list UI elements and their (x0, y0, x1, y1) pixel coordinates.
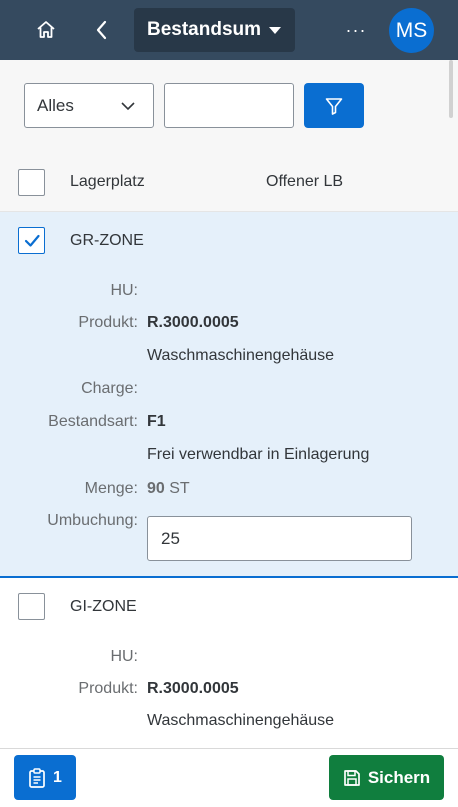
more-icon: ··· (345, 19, 367, 40)
save-label: Sichern (367, 767, 431, 787)
table-header: Lagerplatz Offener LB (0, 154, 458, 212)
storage-bin: GI-ZONE (70, 598, 137, 615)
app-title: Bestandsum (147, 19, 262, 40)
scrollbar[interactable] (449, 60, 453, 118)
stock-type-description: Frei verwendbar in Einlagerung (147, 446, 370, 463)
shell-bar: Bestandsum ··· MS (0, 0, 458, 60)
footer-toolbar: 1 Sichern (0, 748, 458, 807)
product-label: Produkt: (78, 680, 138, 697)
back-icon (96, 20, 107, 40)
product-id: R.3000.0005 (147, 314, 239, 331)
clipboard-count: 1 (53, 768, 62, 786)
product-description: Waschmaschinengehäuse (147, 712, 335, 729)
hu-label: HU: (110, 648, 138, 665)
home-icon (37, 21, 55, 38)
checkmark-icon (24, 234, 40, 247)
product-description: Waschmaschinengehäuse (147, 347, 335, 364)
filter-button[interactable] (304, 83, 364, 128)
filter-icon (325, 97, 343, 115)
quantity-unit: ST (169, 480, 190, 497)
product-id: R.3000.0005 (147, 680, 239, 697)
product-label: Produkt: (78, 314, 138, 331)
home-button[interactable] (28, 12, 64, 48)
back-button[interactable] (84, 12, 120, 48)
stock-type-label: Bestandsart: (48, 413, 138, 430)
table-row[interactable]: GI-ZONE HU: Produkt: R.3000.0005 Waschma… (0, 578, 458, 748)
filter-select-value: Alles (37, 95, 74, 115)
avatar-initials: MS (395, 18, 428, 42)
row-checkbox[interactable] (18, 227, 45, 254)
quantity-label: Menge: (84, 480, 138, 497)
column-header-lagerplatz: Lagerplatz (70, 173, 145, 190)
charge-label: Charge: (81, 380, 138, 397)
clipboard-icon (29, 767, 45, 788)
row-checkbox[interactable] (18, 593, 45, 620)
search-input[interactable] (164, 83, 294, 128)
storage-bin: GR-ZONE (70, 232, 144, 249)
hu-label: HU: (110, 282, 138, 299)
chevron-down-icon (121, 102, 135, 111)
quantity-value: 90 ST (147, 480, 190, 497)
caret-down-icon (269, 26, 282, 34)
column-header-offener-lb: Offener LB (266, 173, 344, 190)
transfer-quantity-input[interactable]: 25 (147, 516, 412, 561)
select-all-checkbox[interactable] (18, 169, 45, 196)
save-icon (343, 769, 360, 786)
app-title-menu[interactable]: Bestandsum (134, 8, 295, 52)
user-avatar[interactable]: MS (389, 8, 434, 53)
save-button[interactable]: Sichern (329, 755, 444, 800)
filter-select[interactable]: Alles (24, 83, 154, 128)
transfer-label: Umbuchung: (47, 512, 138, 529)
stock-type-code: F1 (147, 413, 166, 430)
more-options-button[interactable]: ··· (338, 12, 374, 48)
filter-bar: Alles (0, 60, 458, 154)
clipboard-button[interactable]: 1 (14, 755, 76, 800)
table-row[interactable]: GR-ZONE HU: Produkt: R.3000.0005 Waschma… (0, 212, 458, 578)
